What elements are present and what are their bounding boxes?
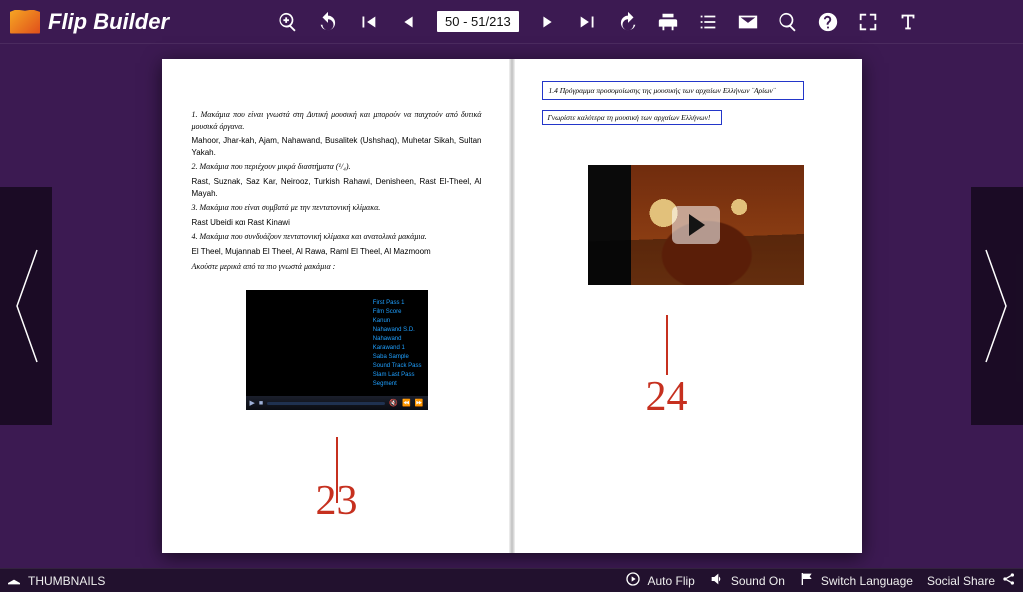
page-counter[interactable]: 50 - 51/213 [437,11,519,32]
flag-icon [799,571,815,590]
rewind-icon[interactable]: ⏪ [402,399,411,407]
next-edge-button[interactable] [971,187,1023,425]
toc-icon[interactable] [697,11,719,33]
social-share-button[interactable]: Social Share [927,571,1017,590]
help-icon[interactable] [817,11,839,33]
audio-player-widget[interactable]: First Pass 1 Film Score Kanun Nahawand S.D.… [246,290,428,410]
autoflip-icon [625,571,641,590]
fullscreen-icon[interactable] [857,11,879,33]
zoom-in-icon[interactable] [277,11,299,33]
callout-line [666,315,668,375]
book-stage: 1. Μακάμια που είναι γνωστά στη Δυτική μ… [0,44,1023,568]
auto-flip-button[interactable]: Auto Flip [625,571,694,590]
redo-icon[interactable] [617,11,639,33]
text-tool-icon[interactable] [897,11,919,33]
next-page-icon[interactable] [537,11,559,33]
toolbar-group: 50 - 51/213 [277,11,919,33]
thumbnails-icon [6,571,22,590]
mute-icon[interactable]: 🔇 [389,399,398,407]
page-left: 1. Μακάμια που είναι γνωστά στη Δυτική μ… [162,59,512,553]
track-item[interactable]: Segment [373,381,422,387]
track-list: First Pass 1 Film Score Kanun Nahawand S.D.… [373,300,422,387]
play-button-icon[interactable] [672,206,720,244]
page-text-line: 4. Μακάμια που συνδυάζουν πεντατονική κλ… [192,231,482,243]
play-icon[interactable]: ▶ [250,399,255,407]
page-number-right: 24 [646,373,688,421]
search-icon[interactable] [777,11,799,33]
switch-language-button[interactable]: Switch Language [799,571,913,590]
footer-bar: THUMBNAILS Auto Flip Sound On Switch Lan… [0,568,1023,592]
page-text-line: Rast, Suznak, Saz Kar, Neirooz, Turkish … [192,176,482,199]
page-right: 1.4 Πρόγραμμα προσομοίωσης της μουσικής … [512,59,862,553]
thumbnails-button[interactable]: THUMBNAILS [6,571,105,590]
print-icon[interactable] [657,11,679,33]
email-icon[interactable] [737,11,759,33]
page-text-line: Mahoor, Jhar-kah, Ajam, Nahawand, Busali… [192,135,482,158]
page-text-line: El Theel, Mujannab El Theel, Al Rawa, Ra… [192,246,482,258]
track-item[interactable]: Karawand 1 [373,345,422,351]
share-icon [1001,571,1017,590]
last-page-icon[interactable] [577,11,599,33]
switch-language-label: Switch Language [821,574,913,588]
track-item[interactable]: Saba Sample [373,354,422,360]
track-item[interactable]: Kanun [373,318,422,324]
track-item[interactable]: First Pass 1 [373,300,422,306]
page-number-left: 23 [316,477,358,525]
first-page-icon[interactable] [357,11,379,33]
prev-edge-button[interactable] [0,187,52,425]
ffwd-icon[interactable]: ⏩ [415,399,424,407]
stop-icon[interactable]: ■ [259,400,263,407]
track-item[interactable]: Nahawand S.D. [373,327,422,333]
link-box-1[interactable]: 1.4 Πρόγραμμα προσομοίωσης της μουσικής … [542,81,804,100]
sound-icon [709,571,725,590]
thumbnails-label: THUMBNAILS [28,574,105,588]
sound-label: Sound On [731,574,785,588]
track-item[interactable]: Sound Track Pass [373,363,422,369]
progress-slider[interactable] [267,402,385,405]
link-box-2[interactable]: Γνωρίστε καλύτερα τη μουσική των αρχαίων… [542,110,722,125]
page-text-line: Ακούστε μερικά από τα πιο γνωστά μακάμια… [192,261,482,273]
page-text-line: 2. Μακάμια που περιέχουν μικρά διαστήματ… [192,161,482,173]
track-item[interactable]: Film Score [373,309,422,315]
book-spread: 1. Μακάμια που είναι γνωστά στη Δυτική μ… [162,59,862,553]
track-item[interactable]: Slam Last Pass [373,372,422,378]
audio-controls[interactable]: ▶ ■ 🔇 ⏪ ⏩ [246,396,428,410]
page-text-line: 1. Μακάμια που είναι γνωστά στη Δυτική μ… [192,109,482,132]
brand-icon [10,10,40,34]
brand-text: Flip Builder [48,9,169,35]
video-thumbnail[interactable] [588,165,804,285]
auto-flip-label: Auto Flip [647,574,694,588]
track-item[interactable]: Nahawand [373,336,422,342]
undo-icon[interactable] [317,11,339,33]
sound-button[interactable]: Sound On [709,571,785,590]
top-toolbar: Flip Builder 50 - 51/213 [0,0,1023,44]
page-text-line: Rast Ubeidi και Rast Kinawi [192,217,482,229]
brand: Flip Builder [10,9,169,35]
page-text-line: 3. Μακάμια που είναι συμβατά με την πεντ… [192,202,482,214]
social-share-label: Social Share [927,574,995,588]
prev-page-icon[interactable] [397,11,419,33]
